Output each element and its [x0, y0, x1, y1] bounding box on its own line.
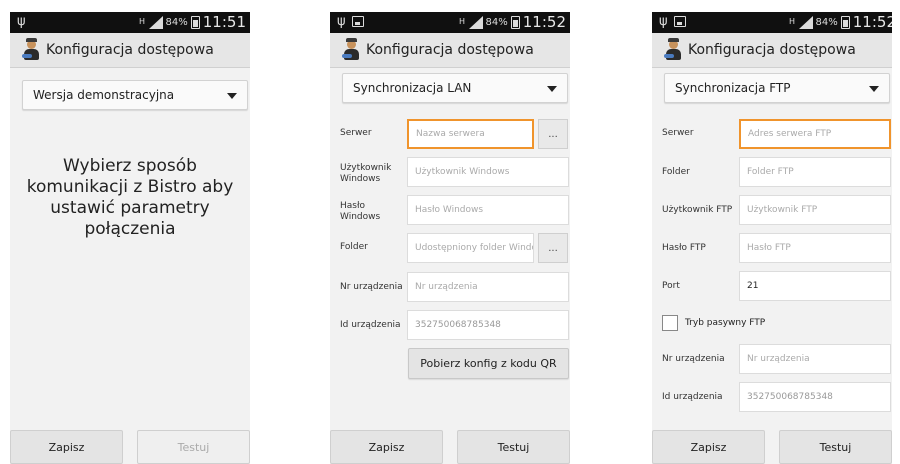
dropdown-value: Synchronizacja LAN	[353, 81, 472, 95]
device-id-field[interactable]: 352750068785348	[739, 382, 891, 412]
ftp-user-label: Użytkownik FTP	[662, 205, 733, 215]
app-logo-icon[interactable]	[22, 38, 40, 60]
signal-icon	[148, 15, 163, 29]
windows-user-label: Użytkownik Windows	[340, 163, 392, 184]
server-browse-button[interactable]: ...	[538, 119, 568, 149]
folder-label: Folder	[662, 167, 690, 177]
windows-password-input[interactable]: Hasło Windows	[407, 195, 569, 225]
action-bar: Konfiguracja dostępowa	[10, 33, 250, 68]
status-bar: ψ H 84% 11:52	[330, 12, 570, 33]
page-title: Konfiguracja dostępowa	[688, 42, 856, 58]
connection-type-dropdown[interactable]: Synchronizacja LAN	[342, 73, 568, 103]
port-label: Port	[662, 281, 680, 291]
clock: 11:51	[202, 13, 246, 31]
server-label: Serwer	[340, 128, 372, 138]
save-button[interactable]: Zapisz	[330, 430, 443, 464]
folder-input[interactable]: Udostępniony folder Windows	[407, 233, 534, 263]
signal-icon	[798, 15, 813, 29]
clock: 11:52	[852, 13, 892, 31]
dropdown-arrow-icon	[547, 86, 557, 92]
image-notification-icon	[674, 16, 686, 27]
device-number-label: Nr urządzenia	[340, 282, 403, 292]
page-title: Konfiguracja dostępowa	[46, 42, 214, 58]
save-button[interactable]: Zapisz	[10, 430, 123, 464]
battery-icon	[840, 15, 850, 29]
folder-input[interactable]: Folder FTP	[739, 157, 891, 187]
windows-user-input[interactable]: Użytkownik Windows	[407, 157, 569, 187]
battery-icon	[190, 15, 200, 29]
bottom-bar: Zapisz Testuj	[652, 430, 892, 464]
ftp-password-label: Hasło FTP	[662, 243, 706, 253]
folder-browse-button[interactable]: ...	[538, 233, 568, 263]
usb-icon: ψ	[17, 14, 26, 29]
bottom-bar: Zapisz Testuj	[330, 430, 570, 464]
qr-config-button[interactable]: Pobierz konfig z kodu QR	[408, 348, 569, 379]
phone-screen-lan: ψ H 84% 11:52 Konfiguracja dostępowa Syn…	[330, 12, 570, 464]
dropdown-value: Synchronizacja FTP	[675, 81, 791, 95]
usb-icon: ψ	[337, 14, 346, 29]
ftp-password-input[interactable]: Hasło FTP	[739, 233, 891, 263]
status-bar: ψ H 84% 11:52	[652, 12, 892, 33]
server-input[interactable]: Nazwa serwera	[407, 119, 534, 149]
test-button[interactable]: Testuj	[457, 430, 570, 464]
battery-percent: 84%	[165, 16, 188, 28]
clock: 11:52	[522, 13, 566, 31]
dropdown-arrow-icon	[869, 86, 879, 92]
dropdown-arrow-icon	[227, 93, 237, 99]
connection-type-dropdown[interactable]: Synchronizacja FTP	[664, 73, 890, 103]
save-button[interactable]: Zapisz	[652, 430, 765, 464]
passive-mode-checkbox[interactable]	[662, 315, 678, 331]
test-button[interactable]: Testuj	[779, 430, 892, 464]
network-type-icon: H	[789, 17, 796, 26]
usb-icon: ψ	[659, 14, 668, 29]
app-logo-icon[interactable]	[342, 38, 360, 60]
port-input[interactable]: 21	[739, 271, 891, 301]
device-id-label: Id urządzenia	[340, 320, 401, 330]
battery-percent: 84%	[485, 16, 508, 28]
status-bar: ψ H 84% 11:51	[10, 12, 250, 33]
ftp-user-input[interactable]: Użytkownik FTP	[739, 195, 891, 225]
device-id-label: Id urządzenia	[662, 392, 723, 402]
folder-label: Folder	[340, 242, 368, 252]
dropdown-value: Wersja demonstracyjna	[33, 88, 175, 102]
server-label: Serwer	[662, 128, 694, 138]
device-number-input[interactable]: Nr urządzenia	[739, 344, 891, 374]
image-notification-icon	[352, 16, 364, 27]
instruction-message: Wybierz sposób komunikacji z Bistro aby …	[26, 156, 234, 239]
phone-screen-ftp: ψ H 84% 11:52 Konfiguracja dostępowa Syn…	[652, 12, 892, 464]
server-input[interactable]: Adres serwera FTP	[739, 119, 891, 149]
test-button[interactable]: Testuj	[137, 430, 250, 464]
battery-percent: 84%	[815, 16, 838, 28]
device-id-field[interactable]: 352750068785348	[407, 310, 569, 340]
network-type-icon: H	[459, 17, 466, 26]
action-bar: Konfiguracja dostępowa	[652, 33, 892, 68]
page-title: Konfiguracja dostępowa	[366, 42, 534, 58]
network-type-icon: H	[139, 17, 146, 26]
connection-type-dropdown[interactable]: Wersja demonstracyjna	[22, 80, 248, 110]
signal-icon	[468, 15, 483, 29]
action-bar: Konfiguracja dostępowa	[330, 33, 570, 68]
app-logo-icon[interactable]	[664, 38, 682, 60]
bottom-bar: Zapisz Testuj	[10, 430, 250, 464]
passive-mode-label: Tryb pasywny FTP	[685, 318, 766, 328]
windows-password-label: Hasło Windows	[340, 201, 381, 222]
device-number-label: Nr urządzenia	[662, 354, 725, 364]
device-number-input[interactable]: Nr urządzenia	[407, 272, 569, 302]
battery-icon	[510, 15, 520, 29]
phone-screen-demo: ψ H 84% 11:51 Konfiguracja dostępowa Wer…	[10, 12, 250, 464]
